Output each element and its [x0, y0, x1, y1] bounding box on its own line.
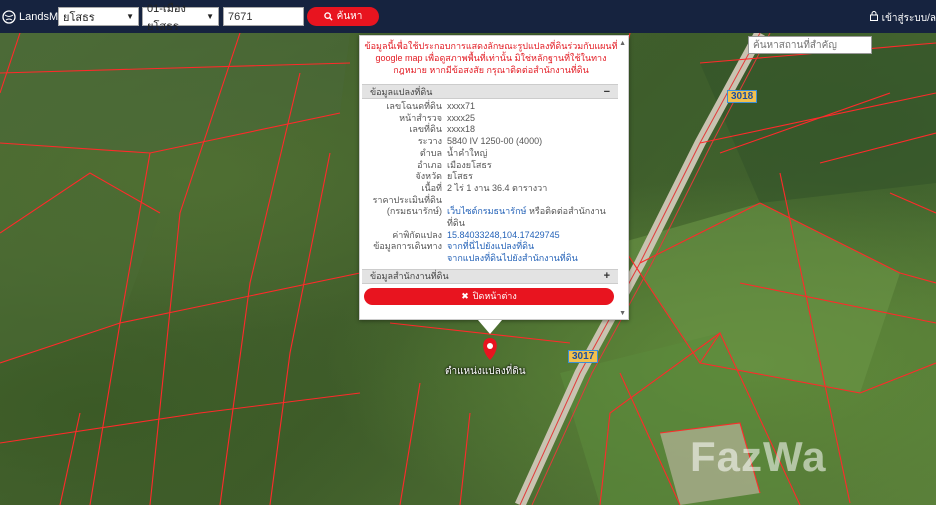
info-value: จากแปลงที่ดินไปยังสำนักงานที่ดิน [447, 253, 617, 265]
info-row: จากแปลงที่ดินไปยังสำนักงานที่ดิน [360, 253, 628, 265]
parcel-location-label: ตำแหน่งแปลงที่ดิน [445, 366, 526, 377]
info-value-empty [447, 195, 617, 207]
info-row: ค่าพิกัดแปลง 15.84033248,104.17429745 [360, 230, 628, 242]
office-info-section-title: ข้อมูลสำนักงานที่ดิน [370, 271, 449, 282]
info-label: จังหวัด [415, 171, 443, 182]
land-info-section-title: ข้อมูลแปลงที่ดิน [370, 86, 433, 97]
info-value: 15.84033248,104.17429745 [447, 230, 617, 242]
close-icon: ✖ [461, 290, 469, 301]
place-search-input[interactable] [748, 36, 872, 54]
info-label: หน้าสำรวจ [399, 112, 442, 123]
info-value: 5840 IV 1250-00 (4000) [447, 136, 543, 147]
info-row: ระวาง 5840 IV 1250-00 (4000) [360, 136, 628, 148]
scroll-up-arrow-icon[interactable]: ▲ [619, 40, 626, 47]
info-row: ราคาประเมินที่ดิน [360, 195, 628, 207]
map-pin-icon [483, 338, 497, 360]
info-value: 2 ไร่ 1 งาน 36.4 ตารางวา [447, 182, 548, 193]
info-row: จังหวัด ยโสธร [360, 171, 628, 183]
lock-icon [869, 11, 878, 21]
treasury-website-link[interactable]: เว็บไซต์กรมธนารักษ์ [447, 206, 526, 216]
info-value: ยโสธร [447, 171, 473, 182]
parcel-info-popup: ▲ ข้อมูลนี้เพื่อใช้ประกอบการแสดงลักษณะรู… [359, 35, 629, 320]
info-value: เว็บไซต์กรมธนารักษ์ หรือติดต่อสำนักงานที… [447, 206, 617, 229]
close-window-button[interactable]: ✖ ปิดหน้าต่าง [364, 287, 614, 305]
info-label-empty [360, 253, 447, 265]
collapse-icon[interactable]: − [604, 86, 610, 98]
district-select[interactable]: 01-เมืองยโสธร ▼ [142, 3, 219, 33]
info-row: อำเภอ เมืองยโสธร [360, 160, 628, 172]
login-label: เข้าสู่ระบบ/ล [881, 13, 936, 24]
popup-pointer [478, 320, 502, 334]
land-info-table: เลขโฉนดที่ดิน xxxx71 หน้าสำรวจ xxxx25 เล… [360, 101, 628, 265]
info-row: เลขโฉนดที่ดิน xxxx71 [360, 101, 628, 113]
directions-to-parcel-link[interactable]: จากที่นี่ไปยังแปลงที่ดิน [447, 241, 534, 251]
chevron-down-icon: ▼ [126, 12, 134, 21]
scroll-down-arrow-icon[interactable]: ▼ [619, 310, 626, 317]
expand-icon[interactable]: + [604, 270, 610, 282]
search-button[interactable]: ค้นหา [307, 7, 379, 26]
info-label: เลขที่ดิน [409, 124, 442, 135]
info-label: เนื้อที่ [421, 182, 442, 193]
close-button-label: ปิดหน้าต่าง [472, 291, 517, 302]
info-label: ค่าพิกัดแปลง [392, 229, 442, 240]
search-icon [323, 12, 333, 21]
coordinate-link[interactable]: 15.84033248,104.17429745 [447, 230, 560, 240]
info-row: ตำบล น้ำคำใหญ่ [360, 148, 628, 160]
directions-to-office-link[interactable]: จากแปลงที่ดินไปยังสำนักงานที่ดิน [447, 253, 578, 263]
info-label: เลขโฉนดที่ดิน [386, 101, 442, 111]
info-value: xxxx71 [447, 101, 476, 111]
info-value: เมืองยโสธร [447, 159, 492, 170]
road-number-badge: 3018 [727, 90, 758, 103]
info-label: ตำบล [419, 147, 442, 158]
info-value: น้ำคำใหญ่ [447, 147, 488, 158]
road-number-badge: 3017 [568, 350, 599, 363]
info-row: เลขที่ดิน xxxx18 [360, 124, 628, 136]
info-row: หน้าสำรวจ xxxx25 [360, 113, 628, 125]
parcel-number-input[interactable] [223, 7, 304, 26]
province-select[interactable]: ยโสธร ▼ [58, 7, 139, 26]
office-info-section-header[interactable]: ข้อมูลสำนักงานที่ดิน + [362, 268, 618, 284]
chevron-down-icon: ▼ [206, 12, 214, 21]
info-row: (กรมธนารักษ์) เว็บไซต์กรมธนารักษ์ หรือติ… [360, 206, 628, 229]
district-select-value: 01-เมืองยโสธร [147, 2, 186, 33]
info-label: (กรมธนารักษ์) [386, 206, 442, 217]
info-label: อำเภอ [417, 159, 442, 170]
info-label: ข้อมูลการเดินทาง [373, 241, 442, 252]
province-select-value: ยโสธร [63, 11, 95, 24]
info-value: xxxx18 [447, 124, 476, 135]
info-value: จากที่นี่ไปยังแปลงที่ดิน [447, 241, 617, 253]
land-info-section-header[interactable]: ข้อมูลแปลงที่ดิน − [362, 84, 618, 99]
info-label: ราคาประเมินที่ดิน [372, 194, 442, 205]
top-navbar: LandsMaps ยโสธร ▼ 01-เมืองยโสธร ▼ ค้นหา … [0, 0, 936, 33]
info-row: ข้อมูลการเดินทาง จากที่นี่ไปยังแปลงที่ดิ… [360, 241, 628, 253]
login-link[interactable]: เข้าสู่ระบบ/ล [869, 11, 936, 26]
watermark: FazWa [690, 433, 827, 480]
globe-icon [2, 9, 16, 24]
info-label: ระวาง [417, 136, 442, 147]
search-button-label: ค้นหา [336, 11, 363, 22]
info-row: เนื้อที่ 2 ไร่ 1 งาน 36.4 ตารางวา [360, 183, 628, 195]
info-value: xxxx25 [447, 112, 476, 123]
disclaimer-text: ข้อมูลนี้เพื่อใช้ประกอบการแสดงลักษณะรูปแ… [364, 41, 618, 75]
